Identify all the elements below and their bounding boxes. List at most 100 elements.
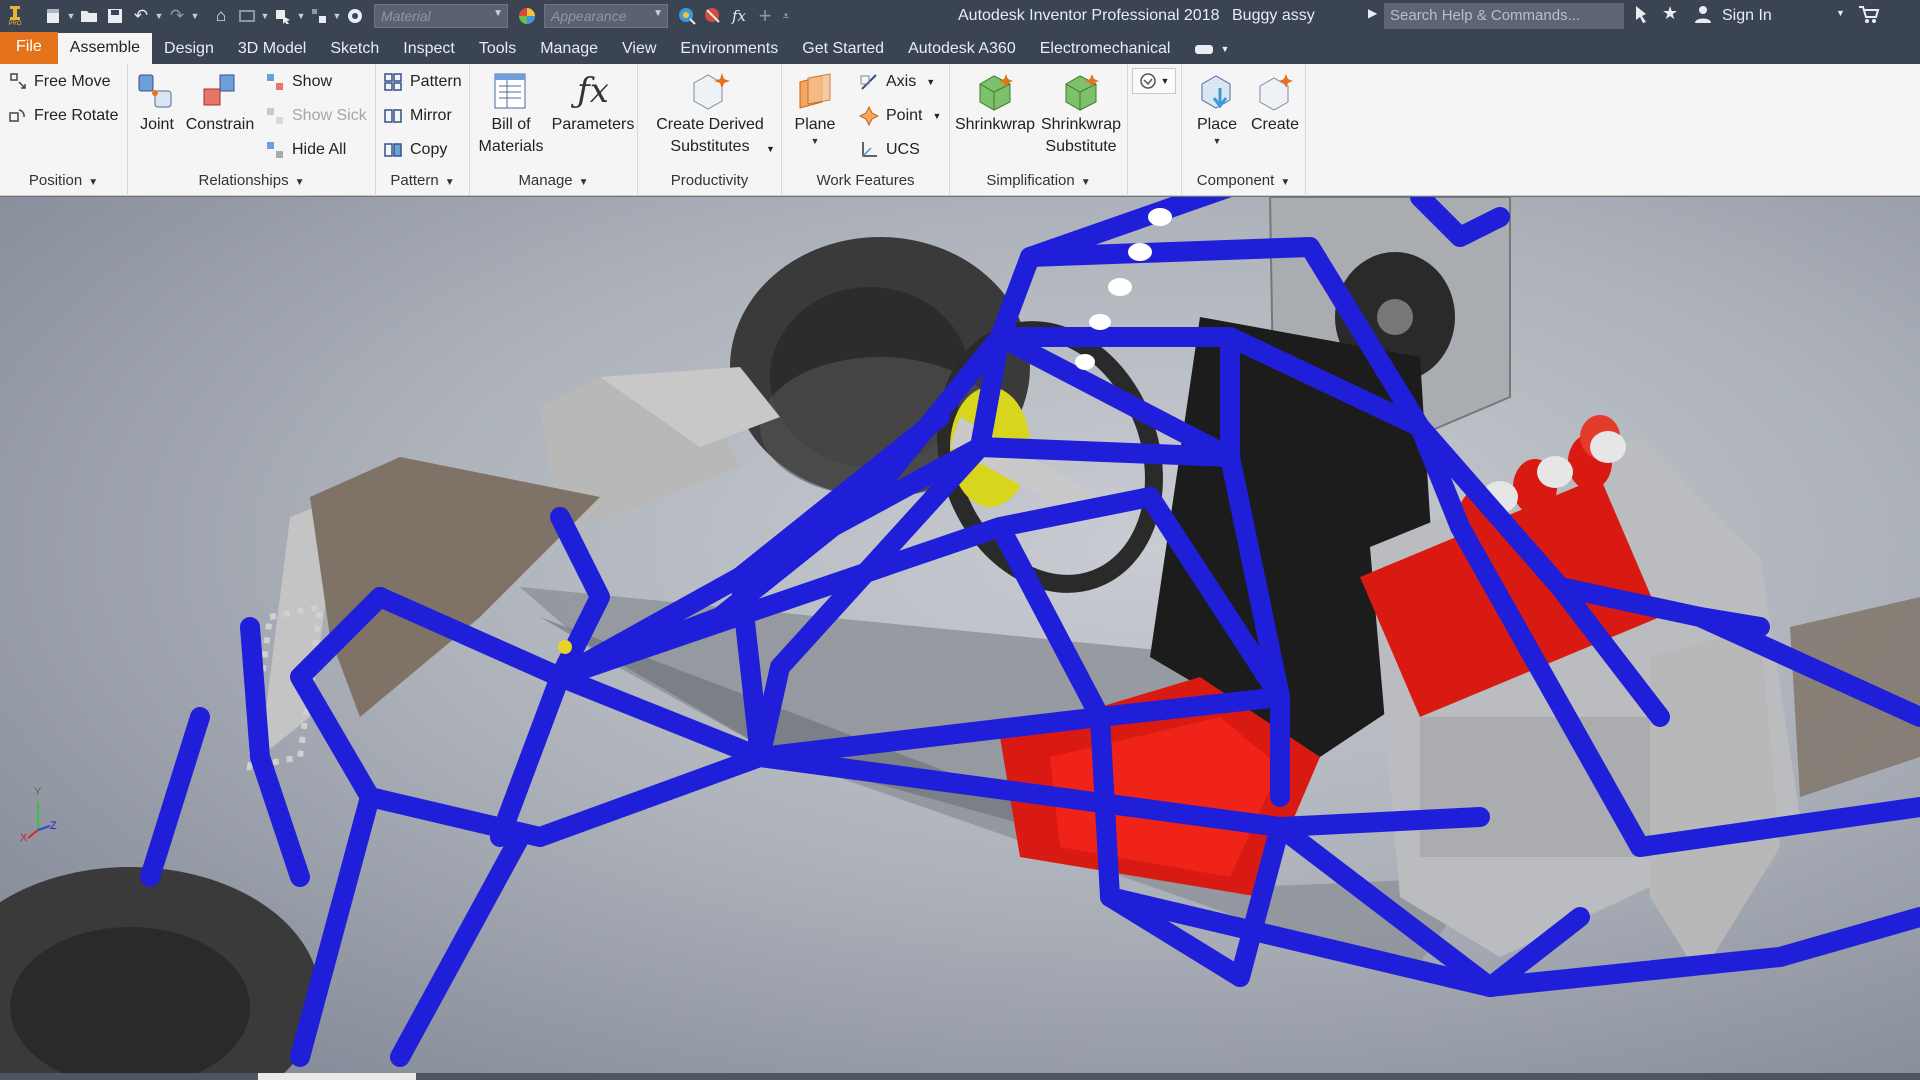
constrain-button[interactable]: Constrain	[184, 68, 256, 136]
free-move-button[interactable]: Free Move	[6, 68, 110, 96]
open-folder-icon[interactable]	[76, 3, 102, 29]
tab-file[interactable]: File	[0, 32, 58, 64]
chevron-down-icon: ▼	[1080, 177, 1091, 188]
chevron-down-icon[interactable]: ▼	[766, 144, 775, 154]
home-icon[interactable]: ⌂	[208, 3, 234, 29]
plane-icon	[790, 68, 840, 114]
function-symbol: fx	[731, 7, 746, 25]
show-button[interactable]: Show	[264, 68, 332, 96]
horizontal-scrollbar[interactable]	[0, 1073, 1920, 1080]
tab-view[interactable]: View	[610, 34, 668, 64]
app-logo[interactable]: PRO	[0, 0, 30, 32]
mirror-button[interactable]: Mirror	[382, 102, 452, 130]
shrinkwrap-button[interactable]: Shrinkwrap	[954, 68, 1036, 136]
panel-title-component[interactable]: Component ▼	[1182, 172, 1305, 194]
user-icon[interactable]	[1694, 4, 1712, 29]
favorites-star-icon[interactable]: ★	[1662, 3, 1678, 24]
tab-autodesk-a360[interactable]: Autodesk A360	[896, 34, 1028, 64]
update-icon[interactable]	[234, 3, 260, 29]
plus-icon[interactable]: +	[752, 3, 778, 29]
undo-dropdown-icon[interactable]: ▼	[154, 11, 164, 21]
tab-manage[interactable]: Manage	[528, 34, 610, 64]
quick-access-toolbar: ▼ ↶ ▼ ↷ ▼ ⌂ ▼ ▼ ▼ Material ▼ Appearance …	[40, 0, 794, 32]
chevron-down-icon: ▼	[444, 177, 455, 188]
create-derived-substitutes-button[interactable]: Create Derived Substitutes	[642, 68, 778, 158]
hide-all-label: Hide All	[292, 141, 347, 158]
tab-electromechanical[interactable]: Electromechanical	[1028, 34, 1183, 64]
tab-get-started[interactable]: Get Started	[790, 34, 896, 64]
search-input[interactable]: Search Help & Commands...	[1384, 3, 1624, 29]
customize-qat-icon[interactable]: ⩡	[778, 9, 794, 24]
show-sick-button[interactable]: Show Sick	[264, 102, 367, 130]
select-dropdown-icon[interactable]: ▼	[296, 11, 306, 21]
appearance-ball-icon[interactable]	[514, 3, 540, 29]
update-dropdown-icon[interactable]: ▼	[260, 11, 270, 21]
axis-y-label: Y	[34, 786, 42, 798]
parameters-fx-icon: ƒx	[577, 71, 609, 111]
select-icon[interactable]	[270, 3, 296, 29]
view-triad[interactable]: Y X Z	[20, 786, 60, 844]
color-wheel-icon[interactable]	[342, 3, 368, 29]
buggy-assembly-model[interactable]	[0, 197, 1920, 1073]
priority-dropdown-icon[interactable]: ▼	[332, 11, 342, 21]
copy-button[interactable]: Copy	[382, 136, 447, 164]
sign-in-link[interactable]: Sign In	[1722, 7, 1772, 25]
chevron-down-icon: ▼	[1160, 76, 1170, 86]
ribbon-display-toggle[interactable]: ▼	[1182, 34, 1241, 64]
function-icon[interactable]: fx	[726, 3, 752, 29]
material-dropdown[interactable]: Material ▼	[374, 4, 508, 28]
save-icon[interactable]	[102, 3, 128, 29]
appearance-dropdown[interactable]: Appearance ▼	[544, 4, 668, 28]
free-rotate-button[interactable]: Free Rotate	[6, 102, 118, 130]
redo-dropdown-icon[interactable]: ▼	[190, 11, 200, 21]
front-left-tire[interactable]	[0, 867, 320, 1073]
chevron-right-icon[interactable]: ▶	[1368, 6, 1377, 20]
shrinkwrap-substitute-button[interactable]: Shrinkwrap Substitute	[1038, 68, 1124, 158]
clear-appearance-icon[interactable]	[700, 3, 726, 29]
panel-title-relationships[interactable]: Relationships ▼	[128, 172, 375, 194]
chevron-down-icon: ▼	[1280, 177, 1291, 188]
pattern-button[interactable]: Pattern	[382, 68, 462, 96]
appearance-placeholder: Appearance	[551, 8, 627, 24]
shopping-cart-icon[interactable]	[1858, 4, 1880, 29]
hide-all-button[interactable]: Hide All	[264, 136, 346, 164]
joint-button[interactable]: Joint	[134, 68, 180, 136]
tab-assemble[interactable]: Assemble	[57, 33, 153, 64]
video-icon	[1195, 45, 1214, 54]
redo-icon[interactable]: ↷	[164, 3, 190, 29]
new-dropdown-icon[interactable]: ▼	[66, 11, 76, 21]
panel-title-simplification[interactable]: Simplification ▼	[950, 172, 1127, 194]
place-button[interactable]: Place ▼	[1190, 68, 1244, 146]
tab-inspect[interactable]: Inspect	[391, 34, 467, 64]
binoculars-icon[interactable]	[1632, 4, 1650, 29]
tab-design[interactable]: Design	[152, 34, 226, 64]
panel-title-manage[interactable]: Manage ▼	[470, 172, 637, 194]
tab-sketch[interactable]: Sketch	[318, 34, 391, 64]
free-move-icon	[6, 71, 28, 93]
plane-button[interactable]: Plane ▼	[790, 68, 840, 146]
extra-dropdown-button[interactable]: ▼	[1132, 68, 1176, 94]
pattern-label: Pattern	[410, 73, 462, 90]
axis-button[interactable]: Axis ▼	[858, 68, 935, 96]
scrollbar-thumb[interactable]	[258, 1073, 416, 1080]
panel-title-position[interactable]: Position ▼	[0, 172, 127, 194]
panel-title-pattern[interactable]: Pattern ▼	[376, 172, 469, 194]
tab-environments[interactable]: Environments	[668, 34, 790, 64]
tab-3d-model[interactable]: 3D Model	[226, 34, 318, 64]
undo-icon[interactable]: ↶	[128, 3, 154, 29]
adjust-appearance-icon[interactable]	[674, 3, 700, 29]
chevron-down-icon: ▼	[88, 177, 99, 188]
graphics-viewport[interactable]: Y X Z	[0, 197, 1920, 1073]
sign-in-dropdown-icon[interactable]: ▼	[1836, 8, 1845, 18]
select-priority-icon[interactable]	[306, 3, 332, 29]
chevron-down-icon: ▼	[653, 8, 663, 19]
parameters-button[interactable]: ƒx Parameters	[550, 68, 636, 136]
create-button[interactable]: Create	[1248, 68, 1302, 136]
bill-of-materials-button[interactable]: Bill of Materials	[474, 68, 548, 158]
place-icon	[1190, 68, 1244, 114]
point-button[interactable]: Point ▼	[858, 102, 941, 130]
panel-title-work-features: Work Features	[782, 172, 949, 194]
ucs-button[interactable]: UCS	[858, 136, 920, 164]
new-file-icon[interactable]	[40, 3, 66, 29]
tab-tools[interactable]: Tools	[467, 34, 528, 64]
